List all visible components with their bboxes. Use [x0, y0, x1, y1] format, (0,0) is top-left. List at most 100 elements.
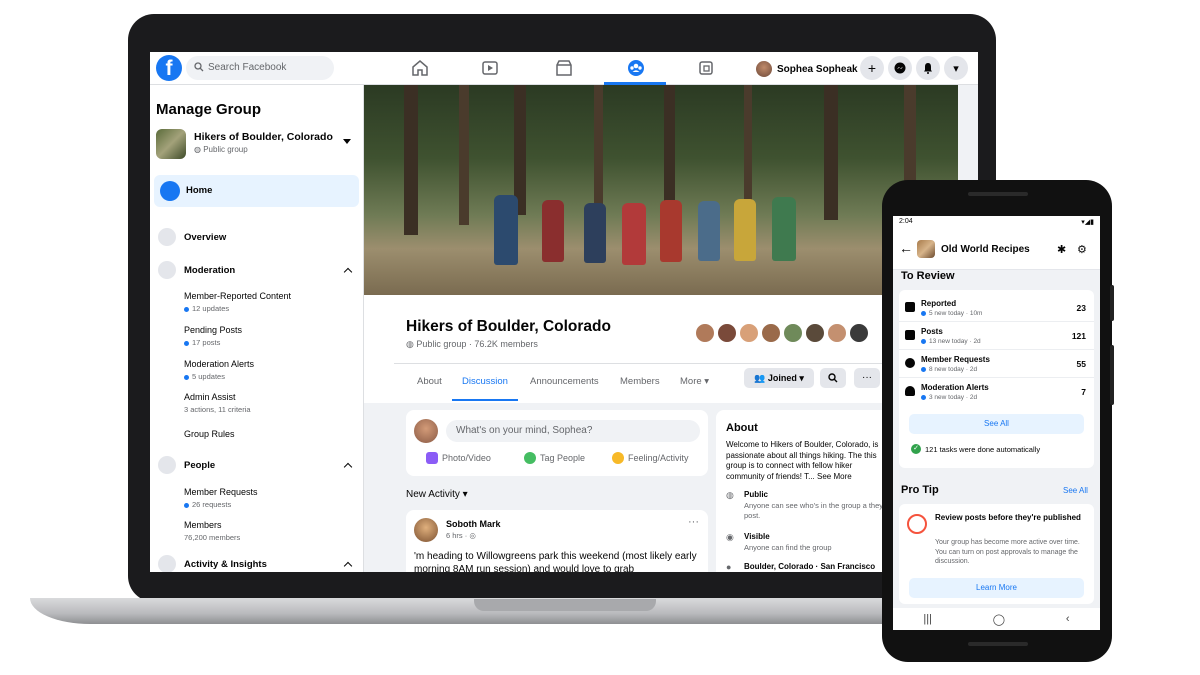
group-header: Hikers of Boulder, Colorado ◍ Public gro… [364, 295, 958, 403]
phone-speaker [968, 642, 1028, 646]
admin-tools-icon[interactable]: ✱ [1057, 243, 1066, 256]
back-icon[interactable]: ‹ [1066, 613, 1070, 625]
pro-tip-heading: Pro Tip [901, 484, 939, 496]
messenger-button[interactable] [888, 56, 912, 80]
review-row-meta: 5 new today · 10m [921, 310, 982, 317]
back-arrow-icon[interactable]: ← [899, 240, 913, 256]
pro-tip-card: Review posts before they're published Yo… [899, 504, 1094, 604]
tag-people-button[interactable]: Tag People [524, 452, 585, 464]
sidebar-item-admin-assist[interactable]: Admin Assist [184, 392, 236, 402]
gaming-nav-icon[interactable] [696, 58, 716, 78]
recents-icon[interactable]: ||| [923, 613, 932, 625]
mobile-screen: 2:04 ▾◢▮ ← Old World Recipes ✱ ⚙ To Revi… [893, 216, 1100, 630]
sidebar-item-group-rules[interactable]: Group Rules [184, 429, 235, 439]
member-avatar[interactable] [716, 322, 738, 344]
member-avatar[interactable] [760, 322, 782, 344]
android-nav-bar: ||| ◯ ‹ [893, 608, 1100, 630]
member-avatar[interactable] [826, 322, 848, 344]
groups-nav-icon[interactable] [626, 58, 646, 78]
group-search-button[interactable] [820, 368, 846, 388]
feeling-activity-button[interactable]: Feeling/Activity [612, 452, 689, 464]
post-author[interactable]: Soboth Mark [446, 519, 501, 529]
group-switcher-name[interactable]: Hikers of Boulder, Colorado [194, 131, 333, 143]
home-button-icon[interactable]: ◯ [993, 613, 1005, 626]
tag-people-icon [524, 452, 536, 464]
sidebar-item-label: Home [186, 185, 213, 196]
sidebar-item-overview[interactable]: Overview [184, 232, 226, 243]
review-row-reported[interactable]: Reported 5 new today · 10m 23 [899, 294, 1094, 322]
photo-video-button[interactable]: Photo/Video [426, 452, 491, 464]
post-timestamp: 6 hrs · ◎ [446, 531, 476, 540]
review-row-member-requests[interactable]: Member Requests 8 new today · 2d 55 [899, 350, 1094, 378]
active-tab-indicator [452, 399, 518, 401]
see-all-button[interactable]: See All [909, 414, 1084, 434]
collapse-chevron-icon[interactable] [343, 462, 353, 472]
account-menu-button[interactable]: ▾ [944, 56, 968, 80]
tab-members[interactable]: Members [620, 376, 660, 387]
sidebar-section-activity[interactable]: Activity & Insights [184, 559, 267, 570]
location-icon: ● [726, 562, 732, 572]
tab-announcements[interactable]: Announcements [530, 376, 599, 387]
search-input[interactable]: Search Facebook [186, 56, 334, 80]
collapse-chevron-icon[interactable] [343, 561, 353, 571]
sidebar-item-member-requests[interactable]: Member Requests [184, 487, 258, 497]
review-row-meta: 8 new today · 2d [921, 366, 977, 373]
review-row-moderation-alerts[interactable]: Moderation Alerts 3 new today · 2d 7 [899, 378, 1094, 406]
sidebar-item-members[interactable]: Members [184, 520, 222, 530]
to-review-heading: To Review [901, 270, 955, 282]
review-row-meta: 3 new today · 2d [921, 394, 977, 401]
tab-discussion[interactable]: Discussion [462, 376, 508, 387]
group-thumbnail[interactable] [156, 129, 186, 159]
review-row-count: 55 [1076, 359, 1086, 369]
review-row-label: Reported [921, 299, 957, 308]
sidebar-item-member-reported[interactable]: Member-Reported Content [184, 291, 291, 301]
tab-about[interactable]: About [417, 376, 442, 387]
notifications-button[interactable] [916, 56, 940, 80]
member-avatar[interactable] [782, 322, 804, 344]
home-nav-icon[interactable] [410, 58, 430, 78]
visibility-desc: Anyone can find the group [744, 543, 832, 552]
pro-tip-see-all-link[interactable]: See All [1063, 486, 1088, 495]
joined-button[interactable]: 👥 Joined ▾ [744, 368, 814, 388]
review-row-count: 23 [1076, 303, 1086, 313]
messenger-icon [894, 62, 906, 74]
post-options-button[interactable]: ··· [688, 516, 699, 528]
sidebar-item-home[interactable]: Home [154, 175, 359, 207]
about-title: About [726, 422, 758, 434]
profile-name: Sophea Sopheak [777, 63, 858, 75]
review-row-count: 121 [1071, 331, 1086, 341]
avatar[interactable] [414, 518, 438, 542]
member-avatar[interactable] [804, 322, 826, 344]
new-activity-sort[interactable]: New Activity ▾ [406, 489, 468, 500]
signal-battery-icon: ▾◢▮ [1081, 219, 1094, 226]
marketplace-nav-icon[interactable] [554, 58, 574, 78]
avatar [756, 61, 772, 77]
learn-more-button[interactable]: Learn More [909, 578, 1084, 598]
member-avatar[interactable] [738, 322, 760, 344]
globe-icon: ◍ [726, 490, 734, 500]
collapse-chevron-icon[interactable] [343, 267, 353, 277]
watch-nav-icon[interactable] [480, 58, 500, 78]
group-more-button[interactable]: ··· [854, 368, 880, 388]
review-posts-icon [907, 514, 927, 534]
gear-icon[interactable]: ⚙ [1077, 243, 1087, 256]
sidebar-section-moderation[interactable]: Moderation [184, 265, 235, 276]
phone-power-button [1110, 285, 1114, 321]
group-switcher-caret-icon[interactable] [343, 139, 351, 144]
profile-chip[interactable]: Sophea Sopheak [756, 58, 858, 80]
mobile-group-title: Old World Recipes [941, 244, 1030, 255]
review-row-posts[interactable]: Posts 13 new today · 2d 121 [899, 322, 1094, 350]
tab-more[interactable]: More ▾ [680, 376, 709, 387]
facebook-logo-icon[interactable]: f [156, 55, 182, 81]
members-count: 76,200 members [184, 533, 241, 542]
sidebar-item-moderation-alerts[interactable]: Moderation Alerts [184, 359, 254, 369]
member-avatar[interactable] [694, 322, 716, 344]
member-avatar[interactable] [848, 322, 870, 344]
phone-speaker [968, 192, 1028, 196]
create-button[interactable]: + [860, 56, 884, 80]
tip-title: Review posts before they're published [935, 513, 1081, 522]
composer-input[interactable]: What's on your mind, Sophea? [446, 420, 700, 442]
sidebar-item-pending-posts[interactable]: Pending Posts [184, 325, 242, 335]
sidebar-section-people[interactable]: People [184, 460, 215, 471]
search-icon [194, 62, 204, 72]
